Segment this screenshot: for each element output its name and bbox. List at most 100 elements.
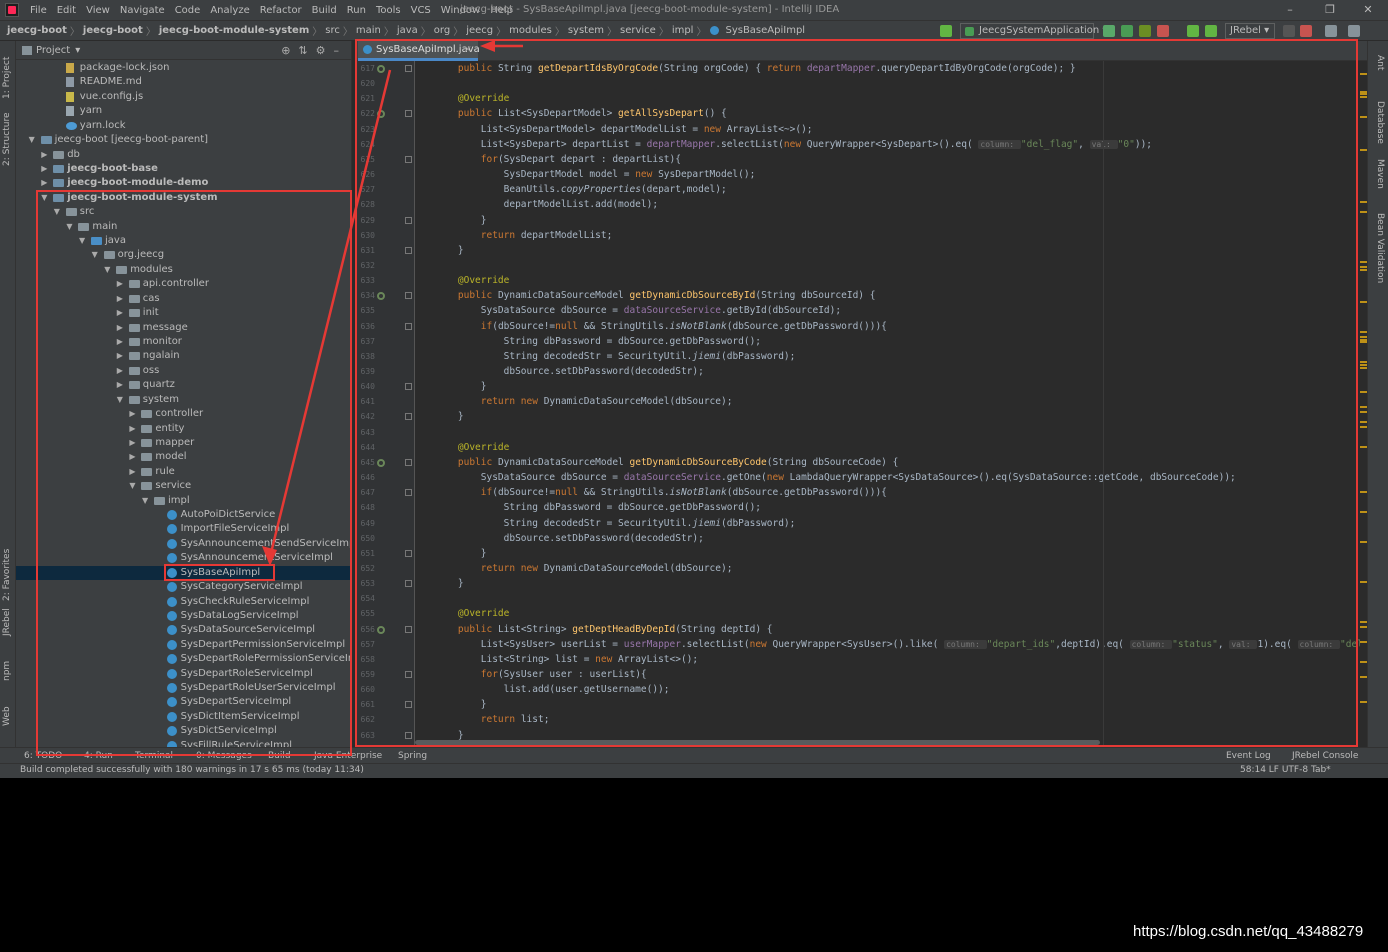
warning-stripe-mark[interactable] [1360, 511, 1367, 513]
warning-stripe-mark[interactable] [1360, 621, 1367, 623]
tree-item[interactable]: ▼ src [16, 205, 351, 219]
fold-marker-icon[interactable] [405, 65, 412, 72]
fold-marker-icon[interactable] [405, 383, 412, 391]
gear-icon[interactable]: ⚙ [316, 44, 334, 57]
warning-stripe-mark[interactable] [1360, 421, 1367, 423]
expanded-arrow-icon[interactable]: ▼ [142, 494, 150, 508]
fold-marker-icon[interactable] [405, 731, 412, 739]
warning-stripe-mark[interactable] [1360, 331, 1367, 333]
chevron-down-icon[interactable]: ▾ [75, 45, 80, 56]
tree-item[interactable]: ▶ mapper [16, 436, 351, 450]
tree-item[interactable]: ▶ controller [16, 407, 351, 421]
tree-item[interactable]: SysDictItemServiceImpl [16, 710, 351, 724]
fold-marker-icon[interactable] [405, 489, 412, 497]
tree-item[interactable]: SysDataLogServiceImpl [16, 609, 351, 623]
tree-item[interactable]: ▼ main [16, 220, 351, 234]
fold-marker-icon[interactable] [405, 458, 412, 466]
locate-icon[interactable]: ⊕ [281, 44, 298, 57]
hide-icon[interactable]: – [334, 44, 348, 57]
implements-method-icon[interactable] [377, 292, 385, 301]
tree-item[interactable]: ▶ model [16, 450, 351, 464]
tree-item[interactable]: ▼ modules [16, 263, 351, 277]
jrebel-run-icon[interactable] [1187, 25, 1199, 37]
warning-stripe-mark[interactable] [1360, 581, 1367, 583]
expanded-arrow-icon[interactable]: ▼ [29, 133, 37, 147]
expanded-arrow-icon[interactable]: ▼ [54, 205, 62, 219]
profiler-icon[interactable] [1157, 25, 1169, 37]
tree-item[interactable]: ▼ java [16, 234, 351, 248]
stop-icon[interactable] [1300, 25, 1312, 37]
tree-item[interactable]: SysAnnouncementServiceImpl [16, 551, 351, 565]
collapsed-arrow-icon[interactable]: ▶ [41, 148, 49, 162]
tree-item[interactable]: ▶ init [16, 306, 351, 320]
tree-item[interactable]: SysAnnouncementSendServiceImpl [16, 537, 351, 551]
fold-marker-icon[interactable] [405, 580, 412, 588]
tree-item[interactable]: SysDepartRoleUserServiceImpl [16, 681, 351, 695]
jrebel-select[interactable]: JRebel ▾ [1225, 23, 1275, 39]
breadcrumb-class[interactable]: SysBaseApiImpl [722, 25, 808, 36]
tree-item[interactable]: vue.config.js [16, 90, 351, 104]
tree-item[interactable]: SysCheckRuleServiceImpl [16, 595, 351, 609]
bottom-tab-messages[interactable]: 0: Messages [196, 749, 252, 763]
collapsed-arrow-icon[interactable]: ▶ [117, 349, 125, 363]
warning-stripe-mark[interactable] [1360, 96, 1367, 98]
bottom-tab-spring[interactable]: Spring [398, 749, 427, 763]
tree-item[interactable]: ▶ monitor [16, 335, 351, 349]
breadcrumb-module[interactable]: jeecg-boot [80, 25, 146, 36]
collapsed-arrow-icon[interactable]: ▶ [129, 422, 137, 436]
menu-vcs[interactable]: VCS [406, 5, 436, 16]
code-editor[interactable]: public String getDepartIdsByOrgCode(Stri… [415, 61, 1360, 745]
expanded-arrow-icon[interactable]: ▼ [117, 393, 125, 407]
fold-marker-icon[interactable] [405, 625, 412, 633]
menu-edit[interactable]: Edit [52, 5, 81, 16]
fold-marker-icon[interactable] [405, 701, 412, 709]
tree-item[interactable]: ▼ jeecg-boot [jeecg-boot-parent] [16, 133, 351, 147]
breadcrumb-module-system[interactable]: jeecg-boot-module-system [156, 25, 312, 36]
run-icon[interactable] [1103, 25, 1115, 37]
collapsed-arrow-icon[interactable]: ▶ [129, 465, 137, 479]
expanded-arrow-icon[interactable]: ▼ [66, 220, 74, 234]
warning-stripe-mark[interactable] [1360, 211, 1367, 213]
tree-item[interactable]: AutoPoiDictService [16, 508, 351, 522]
warning-stripe-mark[interactable] [1360, 364, 1367, 366]
warning-stripe-mark[interactable] [1360, 261, 1367, 263]
hammer-disabled-icon[interactable] [1283, 25, 1295, 37]
bottom-tab-event-log[interactable]: Event Log [1226, 749, 1271, 763]
editor-horizontal-scrollbar[interactable] [415, 740, 1100, 745]
debug-icon[interactable] [1121, 25, 1133, 37]
tree-item[interactable]: ImportFileServiceImpl [16, 522, 351, 536]
warning-stripe-mark[interactable] [1360, 641, 1367, 643]
tool-tab-bean-validation[interactable]: Bean Validation [1375, 213, 1385, 283]
menu-refactor[interactable]: Refactor [255, 5, 307, 16]
menu-view[interactable]: View [81, 5, 115, 16]
tool-tab-web[interactable]: Web [2, 706, 12, 726]
build-hammer-icon[interactable] [940, 25, 952, 37]
collapsed-arrow-icon[interactable]: ▶ [117, 335, 125, 349]
warning-stripe-mark[interactable] [1360, 301, 1367, 303]
status-info[interactable]: 58:14 LF UTF-8 Tab* [1240, 765, 1331, 775]
error-stripe[interactable] [1360, 61, 1367, 745]
layout-icon[interactable] [1348, 25, 1360, 37]
menu-file[interactable]: File [25, 5, 52, 16]
breadcrumb-project[interactable]: jeecg-boot [4, 25, 70, 36]
warning-stripe-mark[interactable] [1360, 701, 1367, 703]
breadcrumb-src[interactable]: src [322, 25, 343, 36]
implements-method-icon[interactable] [377, 458, 385, 467]
tool-tab-maven[interactable]: Maven [1375, 159, 1385, 189]
breadcrumb-org[interactable]: org [431, 25, 453, 36]
breadcrumb-impl[interactable]: impl [669, 25, 697, 36]
collapsed-arrow-icon[interactable]: ▶ [117, 306, 125, 320]
breadcrumb-modules[interactable]: modules [506, 25, 555, 36]
fold-marker-icon[interactable] [405, 671, 412, 678]
expanded-arrow-icon[interactable]: ▼ [41, 191, 49, 205]
coverage-icon[interactable] [1139, 25, 1151, 37]
expanded-arrow-icon[interactable]: ▼ [79, 234, 87, 248]
tree-item[interactable]: SysDepartPermissionServiceImpl [16, 638, 351, 652]
fold-marker-icon[interactable] [405, 292, 412, 300]
minimize-button[interactable]: – [1270, 3, 1310, 17]
run-configuration-select[interactable]: JeecgSystemApplication ▾ [960, 23, 1107, 39]
tree-item[interactable]: ▶ rule [16, 465, 351, 479]
tree-item[interactable]: ▶ jeecg-boot-module-demo [16, 176, 351, 190]
collapsed-arrow-icon[interactable]: ▶ [41, 162, 49, 176]
menu-analyze[interactable]: Analyze [205, 5, 254, 16]
